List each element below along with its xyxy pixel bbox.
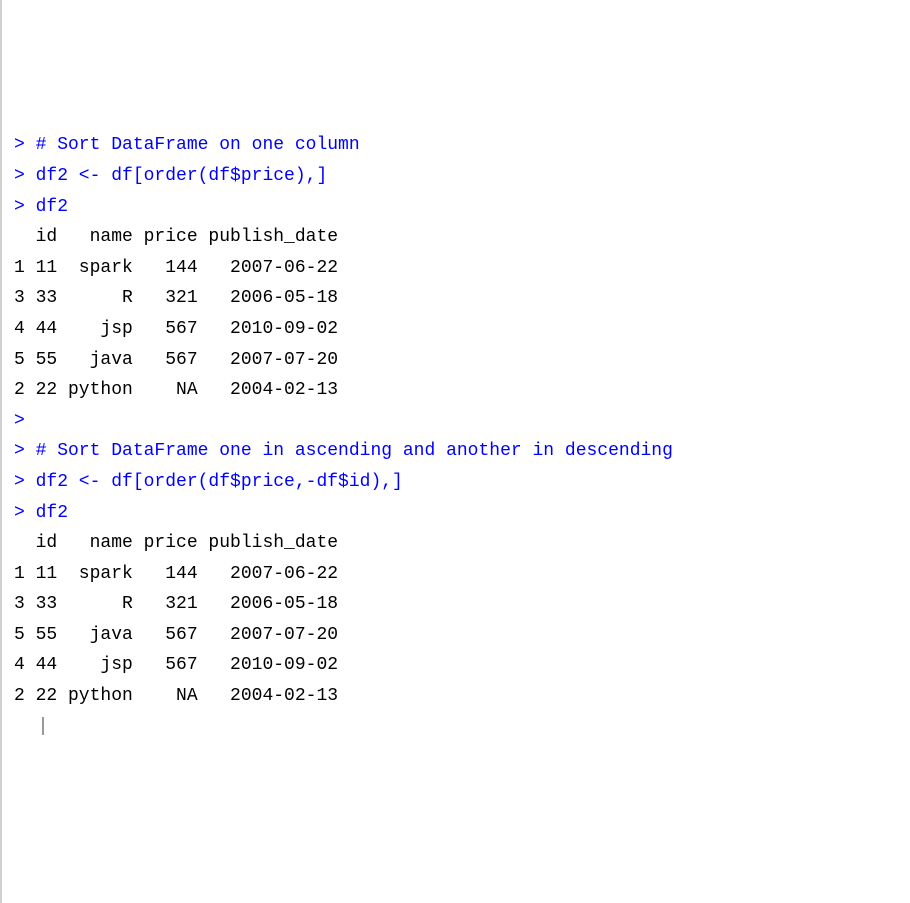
console-line: > df2 [14, 498, 898, 529]
r-console[interactable]: > # Sort DataFrame on one column> df2 <-… [14, 130, 898, 742]
console-line: 1 11 spark 144 2007-06-22 [14, 253, 898, 284]
console-line: 1 11 spark 144 2007-06-22 [14, 559, 898, 590]
console-line: 5 55 java 567 2007-07-20 [14, 620, 898, 651]
console-line: > # Sort DataFrame on one column [14, 130, 898, 161]
console-line: id name price publish_date [14, 222, 898, 253]
console-line: > [14, 406, 898, 437]
console-line: 4 44 jsp 567 2010-09-02 [14, 314, 898, 345]
console-line: 2 22 python NA 2004-02-13 [14, 375, 898, 406]
console-line: > df2 <- df[order(df$price,-df$id),] [14, 467, 898, 498]
console-line: 5 55 java 567 2007-07-20 [14, 345, 898, 376]
console-line: id name price publish_date [14, 528, 898, 559]
console-line: 3 33 R 321 2006-05-18 [14, 589, 898, 620]
console-line: > # Sort DataFrame one in ascending and … [14, 436, 898, 467]
cursor [42, 717, 44, 735]
console-line: 3 33 R 321 2006-05-18 [14, 283, 898, 314]
console-line: 4 44 jsp 567 2010-09-02 [14, 650, 898, 681]
console-line: > df2 [14, 192, 898, 223]
console-line: 2 22 python NA 2004-02-13 [14, 681, 898, 712]
console-line: > df2 <- df[order(df$price),] [14, 161, 898, 192]
cursor-line [14, 712, 898, 743]
